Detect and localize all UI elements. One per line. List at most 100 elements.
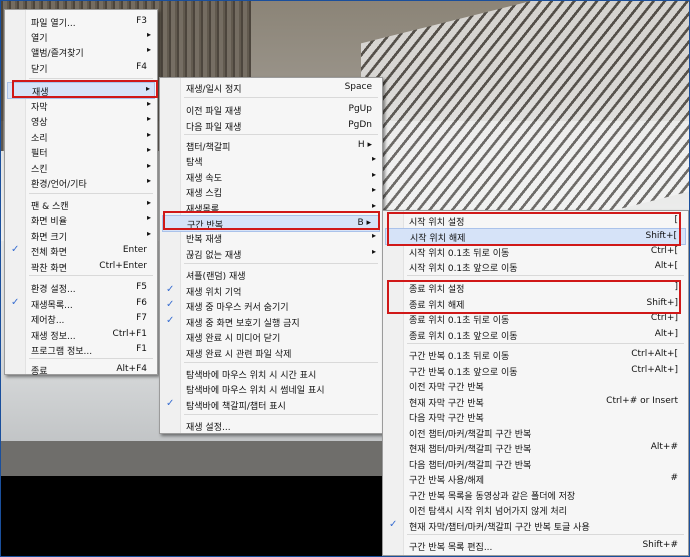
menu-item-구간-반복-목록-편집[interactable]: 구간 반복 목록 편집... Shift+# — [385, 538, 686, 553]
menu-item-자막[interactable]: 자막 ▸ — [7, 98, 155, 113]
menu-item-영상[interactable]: 영상 ▸ — [7, 113, 155, 128]
menu-item-재생-완료-시-관련-파일-삭제[interactable]: 재생 완료 시 관련 파일 삭제 — [162, 345, 380, 360]
submenu-arrow-icon: ▸ — [146, 161, 151, 170]
menu-item-재생-설정[interactable]: 재생 설정... — [162, 418, 380, 433]
menu-item-label: 소리 — [31, 134, 48, 144]
menu-item-label: 자막 — [31, 103, 48, 113]
submenu-arrow-icon: ▸ — [371, 247, 376, 256]
menu-item-반복-재생[interactable]: 반복 재생 ▸ — [162, 230, 380, 245]
menu-item-화면-비율[interactable]: 화면 비율 ▸ — [7, 212, 155, 227]
menu-item-label: 화면 비율 — [31, 217, 67, 227]
menu-item-소리[interactable]: 소리 ▸ — [7, 129, 155, 144]
menu-separator — [184, 414, 378, 415]
menu-item-파일-열기[interactable]: 파일 열기... F3 — [7, 14, 155, 29]
menu-item-탐색바에-마우스-위치-시-시간-표시[interactable]: 탐색바에 마우스 위치 시 시간 표시 — [162, 366, 380, 381]
menu-item-shortcut: H ▸ — [357, 140, 372, 150]
menu-item-챕터-책갈피[interactable]: 챕터/책갈피 H ▸ — [162, 138, 380, 153]
menu-item-이전-탐색시-시작-위치-넘어가지-않게-처리[interactable]: 이전 탐색시 시작 위치 넘어가지 않게 처리 — [385, 502, 686, 517]
menu-item-현재-챕터-마커-책갈피-구간-반복[interactable]: 현재 챕터/마커/책갈피 구간 반복 Alt+# — [385, 440, 686, 455]
menu-item-shortcut: Ctrl+] — [650, 313, 678, 323]
menu-item-shortcut: PgUp — [348, 104, 372, 114]
menu-separator — [184, 97, 378, 98]
menu-item-shortcut: F3 — [136, 16, 147, 26]
menu-item-label: 탐색바에 마우스 위치 시 시간 표시 — [186, 371, 317, 381]
menu-item-구간-반복-0-1초-뒤로-이동[interactable]: 구간 반복 0.1초 뒤로 이동 Ctrl+Alt+[ — [385, 347, 686, 362]
menu-item-전체-화면[interactable]: ✓ 전체 화면 Enter — [7, 243, 155, 258]
menu-item-종료-위치-0-1초-앞으로-이동[interactable]: 종료 위치 0.1초 앞으로 이동 Alt+] — [385, 327, 686, 342]
menu-item-다음-자막-구간-반복[interactable]: 다음 자막 구간 반복 — [385, 409, 686, 424]
menu-item-재생-완료-시-미디어-닫기[interactable]: 재생 완료 시 미디어 닫기 — [162, 329, 380, 344]
menu-item-다음-파일-재생[interactable]: 다음 파일 재생 PgDn — [162, 118, 380, 133]
menu-item-재생-정보[interactable]: 재생 정보... Ctrl+F1 — [7, 327, 155, 342]
submenu-arrow-icon: ▸ — [146, 45, 151, 54]
menu-item-앨범-즐겨찾기[interactable]: 앨범/즐겨찾기 ▸ — [7, 44, 155, 59]
menu-separator — [29, 358, 153, 359]
menu-item-화면-크기[interactable]: 화면 크기 ▸ — [7, 228, 155, 243]
menu-item-shortcut: F6 — [136, 298, 147, 308]
menu-item-환경-설정[interactable]: 환경 설정... F5 — [7, 280, 155, 295]
menu-item-재생-중-마우스-커서-숨기기[interactable]: ✓ 재생 중 마우스 커서 숨기기 — [162, 298, 380, 313]
menu-item-shortcut: Alt+F4 — [116, 364, 147, 374]
menu-item-이전-자막-구간-반복[interactable]: 이전 자막 구간 반복 — [385, 378, 686, 393]
menu-item-재생-속도[interactable]: 재생 속도 ▸ — [162, 169, 380, 184]
screenshot-frame: 파일 열기... F3 열기 ▸ 앨범/즐겨찾기 ▸ 닫기 F4 재생 ▸ 자막 ▸ 영상 ▸ 소리 ▸ 필터 ▸… — [0, 0, 690, 557]
menu-item-label: 프로그램 정보... — [31, 347, 93, 357]
menu-item-구간-반복-목록을-동영상과-같은-폴더에-저장[interactable]: 구간 반복 목록을 동영상과 같은 폴더에 저장 — [385, 487, 686, 502]
submenu-arrow-icon: ▸ — [146, 198, 151, 207]
submenu-arrow-icon: ▸ — [146, 145, 151, 154]
menu-item-다음-챕터-마커-책갈피-구간-반복[interactable]: 다음 챕터/마커/책갈피 구간 반복 — [385, 456, 686, 471]
menu-item-환경-언어-기타[interactable]: 환경/언어/기타 ▸ — [7, 175, 155, 190]
menu-item-label: 화면 크기 — [31, 233, 67, 243]
menu-item-shortcut: Ctrl+F1 — [112, 329, 147, 339]
menu-item-스킨[interactable]: 스킨 ▸ — [7, 160, 155, 175]
menu-item-재생-일시-정지[interactable]: 재생/일시 정지 Space — [162, 80, 380, 95]
menu-item-구간-반복-0-1초-앞으로-이동[interactable]: 구간 반복 0.1초 앞으로 이동 Ctrl+Alt+] — [385, 363, 686, 378]
menu-separator — [29, 78, 153, 79]
menu-item-label: 환경/언어/기타 — [31, 180, 87, 190]
ab-repeat-submenu: 시작 위치 설정[시작 위치 해제 Shift+[시작 위치 0.1초 뒤로 이동… — [382, 210, 689, 556]
menu-item-label: 구간 반복 사용/해제 — [409, 476, 484, 486]
menu-item-재생-중-화면-보호기-실행-금지[interactable]: ✓ 재생 중 화면 보호기 실행 금지 — [162, 314, 380, 329]
menu-item-꽉찬-화면[interactable]: 꽉찬 화면 Ctrl+Enter — [7, 259, 155, 274]
menu-item-팬-스캔[interactable]: 팬 & 스캔 ▸ — [7, 197, 155, 212]
menu-item-구간-반복-사용-해제[interactable]: 구간 반복 사용/해제 # — [385, 471, 686, 486]
menu-item-열기[interactable]: 열기 ▸ — [7, 29, 155, 44]
menu-item-제어창[interactable]: 제어창... F7 — [7, 311, 155, 326]
menu-separator — [29, 193, 153, 194]
menu-separator — [184, 134, 378, 135]
menu-item-시작-위치-0-1초-뒤로-이동[interactable]: 시작 위치 0.1초 뒤로 이동 Ctrl+[ — [385, 244, 686, 259]
menu-item-label: 재생 설정... — [186, 423, 231, 433]
menu-item-이전-챕터-마커-책갈피-구간-반복[interactable]: 이전 챕터/마커/책갈피 구간 반복 — [385, 425, 686, 440]
submenu-arrow-icon: ▸ — [146, 30, 151, 39]
menu-item-shortcut: F1 — [136, 344, 147, 354]
menu-item-탐색바에-마우스-위치-시-썸네일-표시[interactable]: 탐색바에 마우스 위치 시 썸네일 표시 — [162, 381, 380, 396]
submenu-arrow-icon: ▸ — [146, 130, 151, 139]
menu-item-현재-자막-챕터-마커-책갈피-구간-반복-토글-사용[interactable]: ✓ 현재 자막/챕터/마커/책갈피 구간 반복 토글 사용 — [385, 518, 686, 533]
highlight-box-ab-repeat — [163, 211, 380, 230]
menu-item-label: 다음 챕터/마커/책갈피 구간 반복 — [409, 461, 532, 471]
menu-item-셔플-랜덤-재생[interactable]: 셔플(랜덤) 재생 — [162, 267, 380, 282]
main-context-menu: 파일 열기... F3 열기 ▸ 앨범/즐겨찾기 ▸ 닫기 F4 재생 ▸ 자막 ▸ 영상 ▸ 소리 ▸ 필터 ▸… — [4, 9, 158, 377]
menu-item-재생목록[interactable]: ✓ 재생목록... F6 — [7, 296, 155, 311]
menu-item-label: 이전 파일 재생 — [186, 107, 242, 117]
submenu-arrow-icon: ▸ — [371, 231, 376, 240]
menu-item-필터[interactable]: 필터 ▸ — [7, 144, 155, 159]
menu-item-shortcut: Alt+] — [654, 329, 678, 339]
menu-item-시작-위치-0-1초-앞으로-이동[interactable]: 시작 위치 0.1초 앞으로 이동 Alt+[ — [385, 259, 686, 274]
menu-item-이전-파일-재생[interactable]: 이전 파일 재생 PgUp — [162, 102, 380, 117]
menu-item-끊김-없는-재생[interactable]: 끊김 없는 재생 ▸ — [162, 246, 380, 261]
menu-item-label: 스킨 — [31, 165, 48, 175]
menu-separator — [184, 362, 378, 363]
menu-item-label: 현재 자막 구간 반복 — [409, 399, 484, 409]
menu-item-탐색바에-책갈피-챕터-표시[interactable]: ✓ 탐색바에 책갈피/챕터 표시 — [162, 397, 380, 412]
menu-item-탐색[interactable]: 탐색 ▸ — [162, 153, 380, 168]
menu-item-label: 끊김 없는 재생 — [186, 251, 242, 261]
menu-item-재생-스킵[interactable]: 재생 스킵 ▸ — [162, 184, 380, 199]
menu-item-닫기[interactable]: 닫기 F4 — [7, 60, 155, 75]
menu-item-프로그램-정보[interactable]: 프로그램 정보... F1 — [7, 342, 155, 357]
menu-item-현재-자막-구간-반복[interactable]: 현재 자막 구간 반복 Ctrl+# or Insert — [385, 394, 686, 409]
menu-item-재생-위치-기억[interactable]: ✓ 재생 위치 기억 — [162, 283, 380, 298]
menu-item-label: 다음 파일 재생 — [186, 123, 242, 133]
menu-item-종료[interactable]: 종료 Alt+F4 — [7, 362, 155, 377]
submenu-arrow-icon: ▸ — [146, 229, 151, 238]
